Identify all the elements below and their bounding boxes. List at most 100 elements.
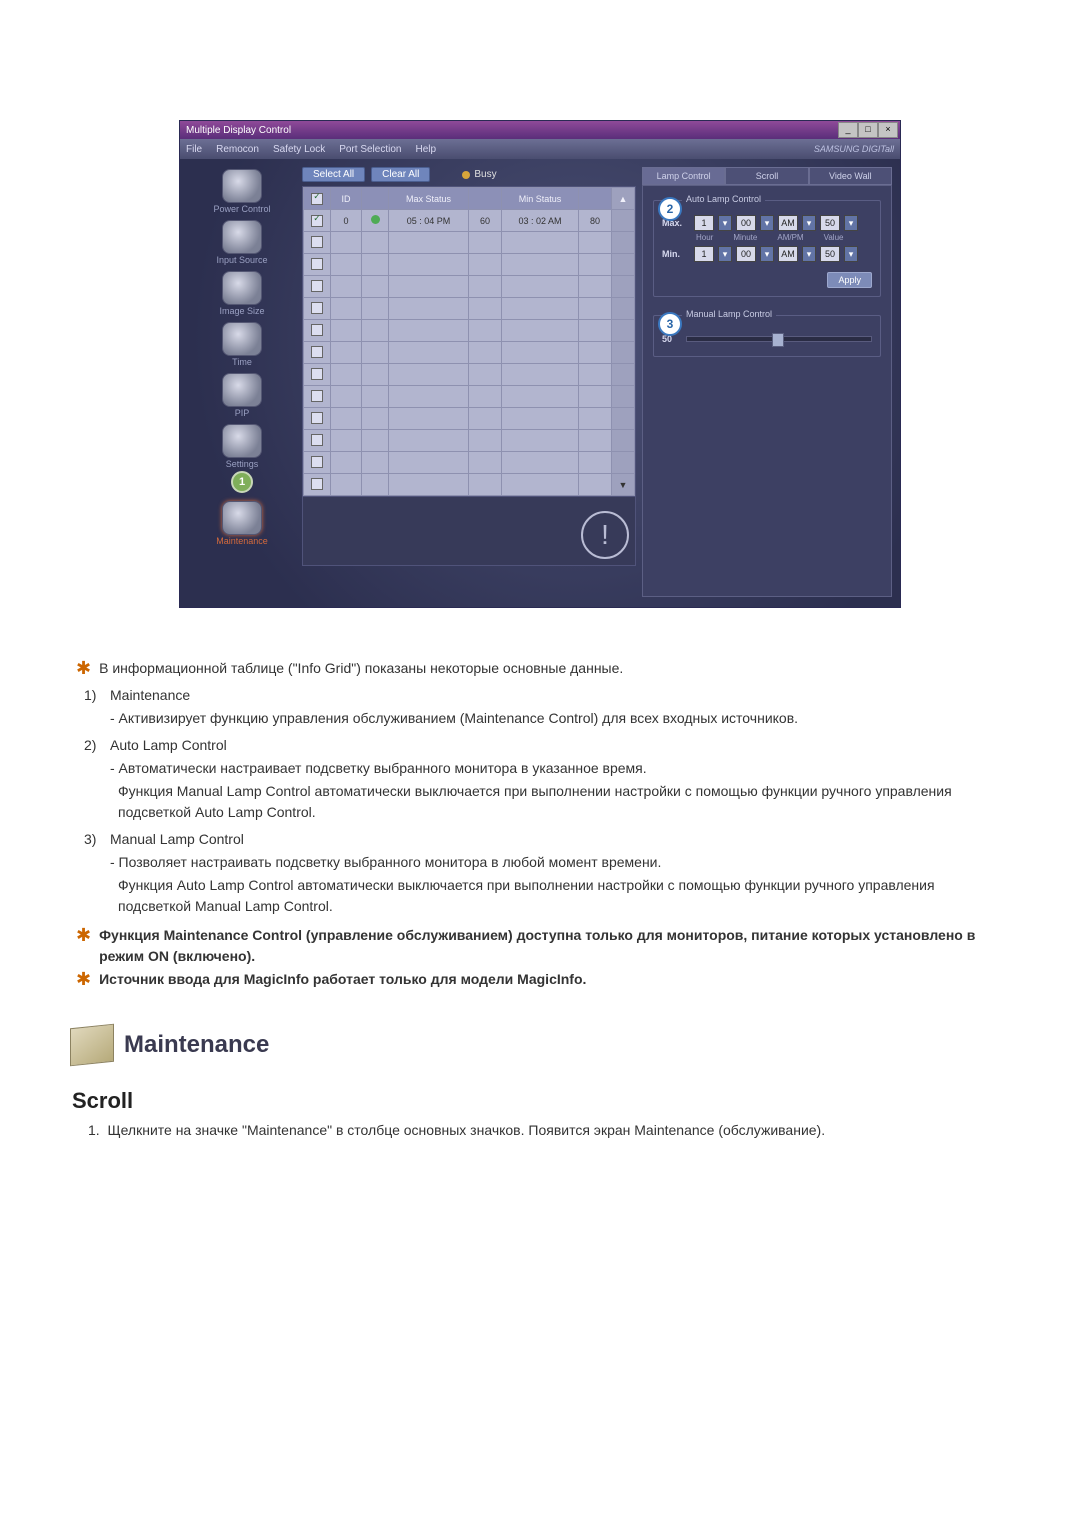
menu-safety-lock[interactable]: Safety Lock [273,144,325,155]
max-hour-input[interactable]: 1 [694,215,714,231]
menubar: File Remocon Safety Lock Port Selection … [180,139,900,159]
table-row [304,408,635,430]
status-led-icon [371,215,380,224]
menu-help[interactable]: Help [415,144,436,155]
table-row [304,232,635,254]
max-ampm-input[interactable]: AM [778,215,798,231]
table-row [304,276,635,298]
close-icon[interactable]: × [878,122,898,138]
table-row [304,298,635,320]
callout-marker-3: 3 [658,312,682,336]
chevron-down-icon[interactable]: ▾ [844,215,858,231]
section-heading: Maintenance [70,1026,1010,1064]
app-window: Multiple Display Control _ □ × File Remo… [179,120,901,608]
center-panel: Select All Clear All Busy ID Max Status [302,167,636,597]
pip-icon [222,373,262,407]
manual-lamp-group: 3 Manual Lamp Control 50 [653,315,881,357]
col-max-val [468,188,501,210]
col-min-status: Min Status [501,188,578,210]
chevron-down-icon[interactable]: ▾ [802,215,816,231]
minimize-icon[interactable]: _ [838,122,858,138]
scrollbar[interactable]: ▲ [612,188,635,210]
callout-marker-2: 2 [658,197,682,221]
col-min-val [579,188,612,210]
table-row [304,386,635,408]
table-row [304,254,635,276]
clear-all-button[interactable]: Clear All [371,167,430,182]
sub-heading: Scroll [72,1088,1010,1114]
callout-marker-1: 1 [231,471,253,493]
check-all-icon[interactable] [311,193,323,205]
chevron-down-icon[interactable]: ▾ [844,246,858,262]
min-label: Min. [662,249,690,259]
sidebar-item-input-source[interactable]: Input Source [188,218,296,265]
chevron-down-icon[interactable]: ▾ [760,246,774,262]
image-size-icon [222,271,262,305]
section-title: Maintenance [124,1031,269,1059]
min-value-input[interactable]: 50 [820,246,840,262]
lamp-slider[interactable] [686,336,872,342]
col-id: ID [331,188,362,210]
info-icon: ! [581,511,629,559]
tab-video-wall[interactable]: Video Wall [809,167,892,185]
sidebar-item-pip[interactable]: PIP [188,371,296,418]
tab-lamp-control[interactable]: Lamp Control [642,167,725,185]
sidebar-item-time[interactable]: Time [188,320,296,367]
table-row [304,320,635,342]
chevron-down-icon[interactable]: ▾ [802,246,816,262]
select-all-button[interactable]: Select All [302,167,365,182]
chevron-down-icon[interactable]: ▾ [760,215,774,231]
col-check [304,188,331,210]
info-grid: ID Max Status Min Status ▲ 0 [302,186,636,497]
min-minute-input[interactable]: 00 [736,246,756,262]
maintenance-icon [222,501,262,535]
sidebar-item-maintenance[interactable]: Maintenance [188,499,296,546]
note-text: Источник ввода для MagicInfo работает то… [99,969,586,990]
auto-lamp-title: Auto Lamp Control [682,194,765,204]
max-minute-input[interactable]: 00 [736,215,756,231]
star-icon: ✱ [76,926,91,944]
tab-scroll[interactable]: Scroll [725,167,808,185]
note-text: Функция Maintenance Control (управление … [99,925,1004,967]
manual-lamp-title: Manual Lamp Control [682,309,776,319]
input-source-icon [222,220,262,254]
menu-port-selection[interactable]: Port Selection [339,144,401,155]
max-value-input[interactable]: 50 [820,215,840,231]
item-title: Manual Lamp Control [110,829,244,850]
auto-lamp-group: 2 Auto Lamp Control Max. 1▾ 00▾ AM▾ 50▾ … [653,200,881,297]
col-status [362,188,389,210]
paragraph: Щелкните на значке "Maintenance" в столб… [107,1122,825,1138]
col-max-status: Max Status [389,188,469,210]
sidebar-item-image-size[interactable]: Image Size [188,269,296,316]
titlebar: Multiple Display Control _ □ × [180,121,900,139]
sidebar-item-power-control[interactable]: Power Control [188,167,296,214]
star-icon: ✱ [76,659,91,677]
min-ampm-input[interactable]: AM [778,246,798,262]
table-row: ▼ [304,474,635,496]
sidebar: Power Control Input Source Image Size Ti… [188,167,296,597]
window-title: Multiple Display Control [186,125,838,136]
table-row[interactable]: 0 05 : 04 PM 60 03 : 02 AM 80 [304,210,635,232]
sidebar-item-settings[interactable]: Settings 1 [188,422,296,495]
apply-button[interactable]: Apply [827,272,872,288]
table-row [304,364,635,386]
min-hour-input[interactable]: 1 [694,246,714,262]
chevron-down-icon[interactable]: ▾ [718,215,732,231]
slider-thumb-icon[interactable] [772,333,784,347]
menu-remocon[interactable]: Remocon [216,144,259,155]
busy-dot-icon [462,171,470,179]
item-title: Maintenance [110,685,190,706]
row-check-icon[interactable] [311,215,323,227]
time-icon [222,322,262,356]
table-row [304,342,635,364]
settings-icon [222,424,262,458]
chevron-down-icon[interactable]: ▾ [718,246,732,262]
busy-indicator: Busy [462,169,496,180]
maximize-icon[interactable]: □ [858,122,878,138]
menu-file[interactable]: File [186,144,202,155]
table-row [304,430,635,452]
star-icon: ✱ [76,970,91,988]
note-text: В информационной таблице ("Info Grid") п… [99,658,623,679]
table-row [304,452,635,474]
item-title: Auto Lamp Control [110,735,227,756]
